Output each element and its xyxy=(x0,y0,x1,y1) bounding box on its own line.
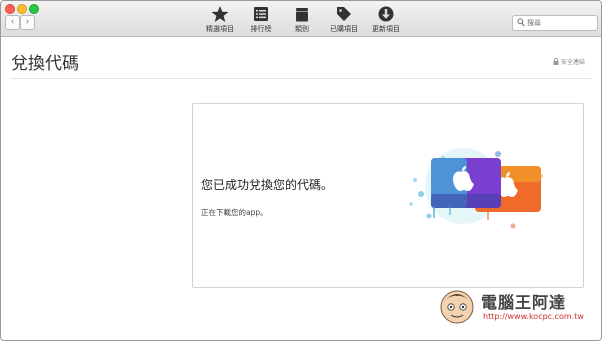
toolbar: ‹ › 精選項目 排行榜 類別 已購項目 更新項目 搜尋 xyxy=(1,1,601,37)
zoom-button[interactable] xyxy=(29,4,39,14)
forward-button[interactable]: › xyxy=(20,15,35,30)
tab-categories-label: 類別 xyxy=(295,25,309,33)
back-button[interactable]: ‹ xyxy=(5,15,20,30)
tab-featured-label: 精選項目 xyxy=(206,25,234,33)
tab-charts[interactable]: 排行榜 xyxy=(239,6,283,34)
search-icon xyxy=(517,18,525,27)
chevron-left-icon: ‹ xyxy=(10,17,15,27)
watermark-title: 電腦王阿達 xyxy=(481,293,567,312)
header-divider xyxy=(11,78,591,79)
tab-categories[interactable]: 類別 xyxy=(280,6,324,34)
lock-icon xyxy=(553,58,559,65)
gift-card-purple xyxy=(431,158,501,208)
chevron-right-icon: › xyxy=(25,17,30,27)
app-store-window: ‹ › 精選項目 排行榜 類別 已購項目 更新項目 搜尋 兌換代碼 安全連結 您… xyxy=(0,0,602,341)
secure-connection: 安全連結 xyxy=(553,57,585,66)
tab-updates[interactable]: 更新項目 xyxy=(364,6,408,34)
tag-icon xyxy=(337,7,351,21)
star-icon xyxy=(211,6,229,22)
watermark: 電腦王阿達 http://www.kocpc.com.tw xyxy=(437,287,587,327)
close-button[interactable] xyxy=(5,4,15,14)
tab-purchased[interactable]: 已購項目 xyxy=(322,6,366,34)
tab-updates-label: 更新項目 xyxy=(372,25,400,33)
download-icon xyxy=(378,6,394,22)
secure-label: 安全連結 xyxy=(561,59,586,66)
tab-purchased-label: 已購項目 xyxy=(330,25,358,33)
watermark-url: http://www.kocpc.com.tw xyxy=(483,312,584,321)
tab-featured[interactable]: 精選項目 xyxy=(198,6,242,34)
minimize-button[interactable] xyxy=(17,4,27,14)
page-title: 兌換代碼 xyxy=(11,54,79,74)
redeem-result-card: 您已成功兌換您的代碼。 正在下載您的app。 xyxy=(192,103,584,288)
mascot-logo xyxy=(440,290,474,324)
list-icon xyxy=(254,7,268,21)
success-message: 您已成功兌換您的代碼。 xyxy=(201,178,334,192)
category-icon xyxy=(296,8,308,22)
search-input[interactable] xyxy=(527,16,593,30)
download-status: 正在下載您的app。 xyxy=(201,208,268,217)
itunes-gift-card-image xyxy=(409,148,543,229)
tab-charts-label: 排行榜 xyxy=(250,25,272,33)
search-field[interactable] xyxy=(512,15,598,31)
